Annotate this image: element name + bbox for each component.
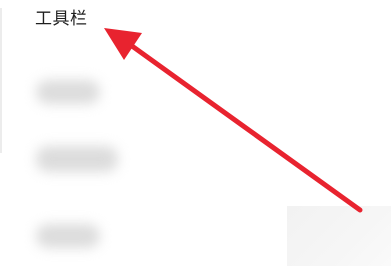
left-divider	[0, 8, 2, 153]
blurred-menu-item	[36, 224, 100, 248]
faded-panel	[287, 206, 391, 266]
blurred-menu-item	[36, 146, 118, 172]
blurred-menu-item	[36, 80, 100, 104]
toolbar-menu-item[interactable]: 工具栏	[35, 8, 88, 30]
